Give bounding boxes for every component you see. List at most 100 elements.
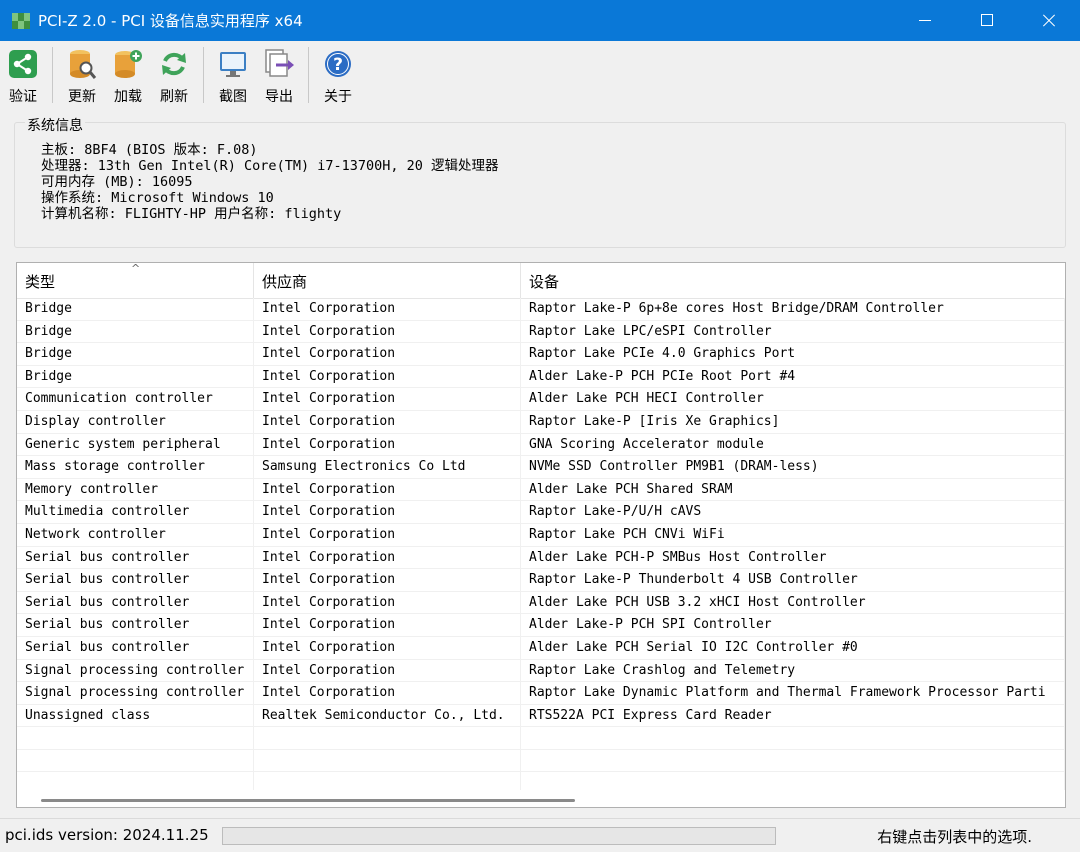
table-row[interactable]: Mass storage controller Samsung Electroni… — [17, 456, 1065, 479]
device-cell: Raptor Lake-P/U/H cAVS — [521, 501, 1065, 523]
type-cell: Multimedia controller — [17, 501, 254, 523]
column-header-device[interactable]: 设备 — [521, 263, 1065, 298]
vendor-cell: Samsung Electronics Co Ltd — [254, 456, 521, 478]
table-row[interactable]: Serial bus controller Intel Corporation Al… — [17, 546, 1065, 570]
device-cell: RTS522A PCI Express Card Reader — [521, 704, 1065, 727]
verify-button[interactable]: 验证 — [0, 41, 46, 106]
device-cell: Alder Lake PCH HECI Controller — [521, 388, 1065, 410]
table-row[interactable]: Serial bus controller Intel Corporation Al… — [17, 614, 1065, 637]
memory-info: 可用内存 (MB): 16095 — [41, 174, 193, 190]
horizontal-scrollbar[interactable] — [17, 790, 1065, 807]
system-info-group: 系统信息 主板: 8BF4 (BIOS 版本: F.08) 处理器: 13th … — [14, 115, 1066, 248]
app-icon — [12, 12, 30, 29]
export-button[interactable]: 导出 — [256, 41, 302, 106]
device-cell — [521, 749, 1065, 772]
minimize-button[interactable] — [894, 0, 956, 41]
update-label: 更新 — [68, 89, 96, 105]
vendor-cell: Intel Corporation — [254, 433, 521, 456]
share-icon — [7, 48, 39, 80]
table-row[interactable]: Signal processing controller Intel Corpor… — [17, 682, 1065, 705]
device-cell: GNA Scoring Accelerator module — [521, 433, 1065, 456]
computer-user-info: 计算机名称: FLIGHTY-HP 用户名称: flighty — [41, 206, 342, 222]
close-button[interactable] — [1018, 0, 1080, 41]
status-hint: 右键点击列表中的选项. — [877, 828, 1032, 846]
device-list[interactable]: 类型 ^ 供应商 设备 Bridge Intel Corporation Rapto… — [16, 262, 1066, 808]
table-row[interactable]: Bridge Intel Corporation Raptor Lake PCIe … — [17, 343, 1065, 366]
table-row[interactable]: Serial bus controller Intel Corporation Ra… — [17, 569, 1065, 592]
device-cell: Raptor Lake-P 6p+8e cores Host Bridge/DR… — [521, 298, 1065, 320]
type-cell: Bridge — [17, 298, 254, 320]
vendor-cell: Intel Corporation — [254, 478, 521, 501]
type-cell: Signal processing controller — [17, 659, 254, 682]
device-cell: NVMe SSD Controller PM9B1 (DRAM-less) — [521, 456, 1065, 478]
vendor-cell: Intel Corporation — [254, 410, 521, 433]
vendor-cell: Intel Corporation — [254, 591, 521, 614]
table-row[interactable]: Serial bus controller Intel Corporation Al… — [17, 636, 1065, 660]
vendor-cell: Intel Corporation — [254, 659, 521, 682]
screenshot-button[interactable]: 截图 — [210, 41, 256, 106]
window-title: PCI-Z 2.0 - PCI 设备信息实用程序 x64 — [38, 12, 303, 30]
type-cell: Mass storage controller — [17, 456, 254, 478]
device-cell: Raptor Lake PCIe 4.0 Graphics Port — [521, 343, 1065, 365]
type-cell: Generic system peripheral — [17, 433, 254, 456]
type-cell: Signal processing controller — [17, 682, 254, 704]
column-header-vendor-label: 供应商 — [262, 273, 308, 291]
device-cell: Raptor Lake LPC/eSPI Controller — [521, 320, 1065, 343]
vendor-cell: Intel Corporation — [254, 636, 521, 659]
vendor-cell — [254, 749, 521, 772]
vendor-cell: Intel Corporation — [254, 682, 521, 704]
vendor-cell — [254, 727, 521, 749]
type-cell — [17, 727, 254, 749]
export-icon — [263, 48, 295, 80]
table-row[interactable]: Network controller Intel Corporation Rapto… — [17, 523, 1065, 547]
processor-info: 处理器: 13th Gen Intel(R) Core(TM) i7-13700… — [41, 158, 499, 174]
vendor-cell: Intel Corporation — [254, 343, 521, 365]
table-row[interactable]: Unassigned class Realtek Semiconductor Co… — [17, 704, 1065, 728]
column-header-vendor[interactable]: 供应商 — [254, 263, 521, 298]
vendor-cell: Intel Corporation — [254, 388, 521, 410]
about-label: 关于 — [324, 89, 352, 105]
update-button[interactable]: 更新 — [59, 41, 105, 106]
toolbar-separator — [203, 47, 204, 103]
table-row[interactable]: Signal processing controller Intel Corpor… — [17, 659, 1065, 683]
device-cell: Alder Lake-P PCH SPI Controller — [521, 614, 1065, 636]
verify-label: 验证 — [9, 89, 37, 105]
table-row[interactable]: Generic system peripheral Intel Corporati… — [17, 433, 1065, 457]
empty-row — [17, 727, 1065, 750]
device-cell: Alder Lake-P PCH PCIe Root Port #4 — [521, 365, 1065, 388]
load-label: 加载 — [114, 89, 142, 105]
device-cell: Alder Lake PCH Shared SRAM — [521, 478, 1065, 501]
about-button[interactable]: ? 关于 — [315, 41, 361, 106]
os-info: 操作系统: Microsoft Windows 10 — [41, 190, 274, 206]
progress-bar — [222, 827, 776, 845]
table-row[interactable]: Serial bus controller Intel Corporation Al… — [17, 591, 1065, 615]
database-add-icon — [112, 48, 144, 80]
table-row[interactable]: Communication controller Intel Corporatio… — [17, 388, 1065, 411]
type-cell: Bridge — [17, 320, 254, 343]
vendor-cell: Intel Corporation — [254, 546, 521, 569]
table-row[interactable]: Bridge Intel Corporation Raptor Lake-P 6p+… — [17, 298, 1065, 321]
maximize-button[interactable] — [956, 0, 1018, 41]
vendor-cell: Intel Corporation — [254, 569, 521, 591]
column-header-type[interactable]: 类型 ^ — [17, 263, 254, 298]
help-icon: ? — [322, 48, 354, 80]
scrollbar-thumb[interactable] — [41, 799, 575, 802]
device-cell: Raptor Lake-P Thunderbolt 4 USB Controll… — [521, 569, 1065, 591]
table-row[interactable]: Bridge Intel Corporation Alder Lake-P PCH … — [17, 365, 1065, 389]
device-cell: Raptor Lake Crashlog and Telemetry — [521, 659, 1065, 682]
motherboard-info: 主板: 8BF4 (BIOS 版本: F.08) — [41, 142, 258, 158]
vendor-cell: Intel Corporation — [254, 523, 521, 546]
table-row[interactable]: Multimedia controller Intel Corporation Ra… — [17, 501, 1065, 524]
database-search-icon — [66, 48, 98, 80]
load-button[interactable]: 加载 — [105, 41, 151, 106]
refresh-button[interactable]: 刷新 — [151, 41, 197, 106]
table-row[interactable]: Bridge Intel Corporation Raptor Lake LPC/e… — [17, 320, 1065, 344]
toolbar-separator — [52, 47, 53, 103]
vendor-cell: Intel Corporation — [254, 614, 521, 636]
vendor-cell: Realtek Semiconductor Co., Ltd. — [254, 704, 521, 727]
column-header-device-label: 设备 — [529, 273, 560, 291]
sort-ascending-icon: ^ — [131, 262, 141, 275]
title-bar[interactable]: PCI-Z 2.0 - PCI 设备信息实用程序 x64 — [0, 0, 1080, 41]
table-row[interactable]: Memory controller Intel Corporation Alder … — [17, 478, 1065, 502]
table-row[interactable]: Display controller Intel Corporation Rapto… — [17, 410, 1065, 434]
